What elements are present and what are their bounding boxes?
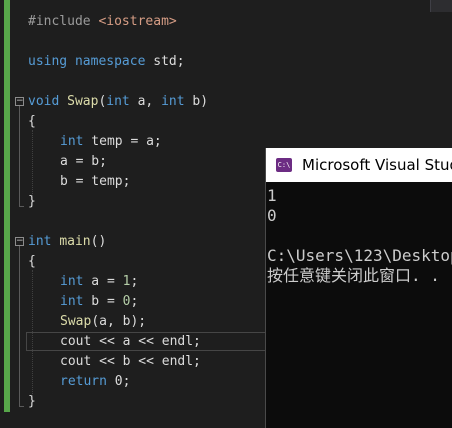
param: a, <box>129 94 162 109</box>
code-line-cout-a[interactable]: cout << a << endl; <box>60 332 201 352</box>
code-line-int-b[interactable]: int b = 0; <box>60 292 138 312</box>
console-titlebar[interactable]: C:\ Microsoft Visual Studio <box>266 148 452 182</box>
arguments: (a, b); <box>91 314 147 329</box>
console-output-line: 1 <box>267 186 277 205</box>
fold-end <box>19 206 24 207</box>
scroll-corner <box>430 0 452 12</box>
namespace-name: std <box>153 54 177 69</box>
code-line-brace[interactable]: } <box>28 192 36 212</box>
code-line-assign-a[interactable]: a = b; <box>60 152 107 172</box>
brace: } <box>28 194 36 209</box>
statement: b = temp; <box>60 174 131 189</box>
indent-guide <box>32 130 34 196</box>
code-line-main-signature[interactable]: int main() <box>28 232 106 252</box>
function-name: Swap <box>67 94 99 109</box>
punctuation: ; <box>130 294 139 309</box>
code-line-cout-b[interactable]: cout << b << endl; <box>60 352 201 372</box>
keyword: using <box>28 54 68 69</box>
code-line-include[interactable]: #include <iostream> <box>28 12 177 32</box>
console-title: Microsoft Visual Studio <box>302 156 452 174</box>
statement: a = b; <box>60 154 107 169</box>
punctuation: ; <box>130 274 139 289</box>
fold-toggle-icon[interactable]: − <box>15 237 24 246</box>
type-keyword: int <box>60 274 84 289</box>
code-line-swap-call[interactable]: Swap(a, b); <box>60 312 146 332</box>
code-line-swap-signature[interactable]: void Swap(int a, int b) <box>28 92 208 112</box>
type-keyword: int <box>60 134 84 149</box>
brace: { <box>28 254 36 269</box>
type-keyword: int <box>60 294 84 309</box>
code-line-using[interactable]: using namespace std; <box>28 52 185 72</box>
code-line-assign-b[interactable]: b = temp; <box>60 172 130 192</box>
fold-guide <box>19 246 20 406</box>
console-output-line: 按任意键关闭此窗口. . . <box>267 266 452 285</box>
punctuation: ; <box>176 54 185 69</box>
change-indicator-bar <box>4 0 10 412</box>
return-type: int <box>28 234 52 249</box>
brace: { <box>28 114 36 129</box>
console-output-line: 0 <box>267 206 277 225</box>
code-line-brace[interactable]: { <box>28 252 36 272</box>
statement: a = <box>83 274 123 289</box>
code-line-brace[interactable]: { <box>28 112 36 132</box>
statement: b = <box>83 294 123 309</box>
param-type: int <box>106 94 130 109</box>
param-type: int <box>161 94 185 109</box>
console-output-line: C:\Users\123\Desktop <box>267 246 452 265</box>
fold-end <box>19 406 24 407</box>
fold-toggle-icon[interactable]: − <box>15 97 24 106</box>
debug-console-window[interactable]: C:\ Microsoft Visual Studio 1 0 C:\Users… <box>265 148 452 428</box>
console-app-icon: C:\ <box>276 158 292 172</box>
fold-guide <box>19 106 20 206</box>
statement: cout << b << endl; <box>60 354 201 369</box>
code-line-brace[interactable]: } <box>28 392 36 412</box>
code-line-int-a[interactable]: int a = 1; <box>60 272 138 292</box>
keyword: namespace <box>74 54 146 69</box>
include-header: <iostream> <box>98 14 177 29</box>
statement: temp = a; <box>83 134 162 149</box>
param: b) <box>184 94 209 109</box>
keyword: return <box>60 374 107 389</box>
paren: () <box>90 234 107 249</box>
code-line-temp[interactable]: int temp = a; <box>60 132 162 152</box>
statement: cout << a << endl; <box>60 334 201 349</box>
function-call: Swap <box>60 314 92 329</box>
brace: } <box>28 394 36 409</box>
preprocessor-directive: #include <box>28 14 99 29</box>
return-type: void <box>28 94 60 109</box>
punctuation: ; <box>122 374 131 389</box>
code-line-return[interactable]: return 0; <box>60 372 130 392</box>
function-name: main <box>59 234 91 249</box>
number-literal: 0 <box>106 374 123 389</box>
